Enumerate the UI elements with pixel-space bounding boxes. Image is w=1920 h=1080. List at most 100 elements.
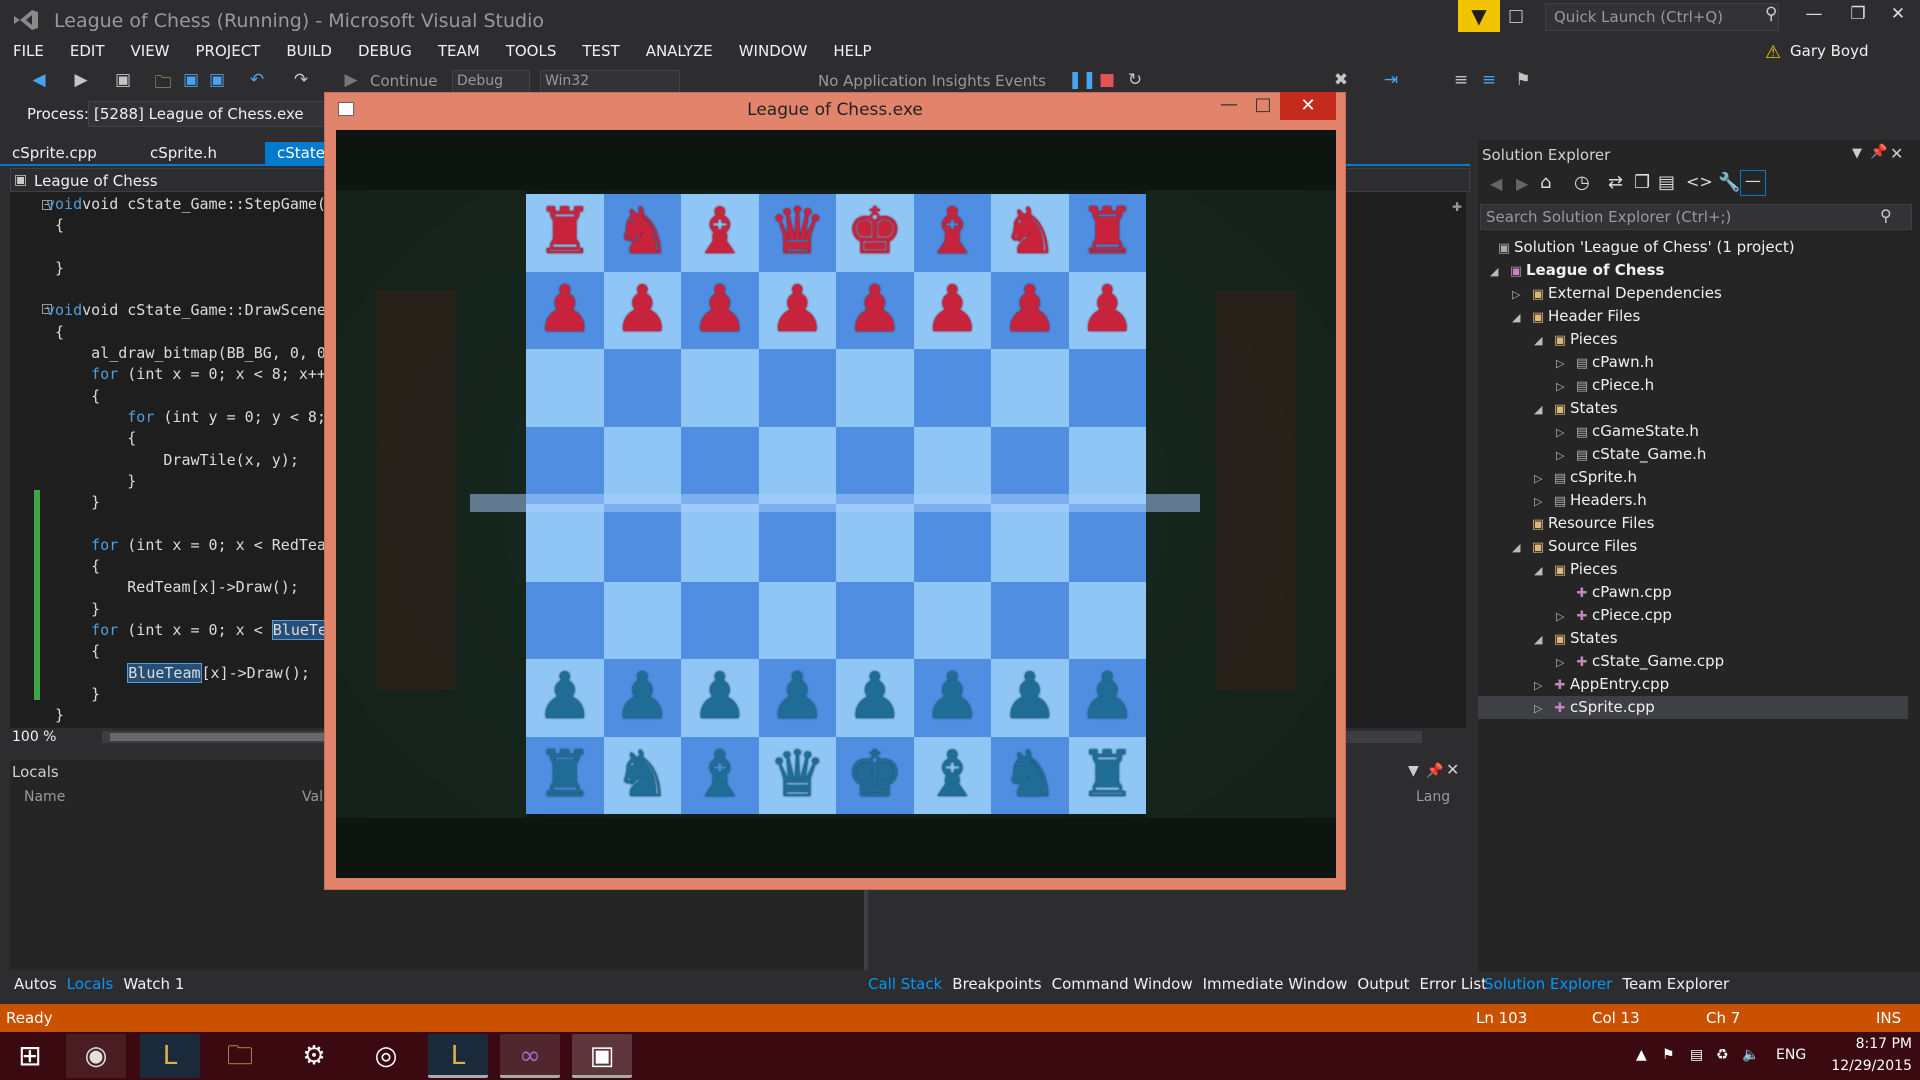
board-square[interactable] — [758, 504, 836, 582]
knight-piece-icon[interactable]: ♞ — [604, 737, 682, 815]
steam-icon[interactable]: ⚙ — [284, 1034, 344, 1078]
game-close-icon[interactable]: ✕ — [1280, 92, 1336, 120]
board-square[interactable] — [991, 581, 1069, 659]
restart-icon[interactable]: ↻ — [1124, 70, 1146, 92]
continue-icon[interactable]: ▶ — [340, 70, 362, 92]
board-square[interactable] — [681, 581, 759, 659]
locals-col-name[interactable]: Name — [24, 789, 65, 805]
game-minimize-icon[interactable]: — — [1214, 94, 1244, 122]
user-name[interactable]: Gary Boyd — [1790, 42, 1869, 60]
board-square[interactable] — [836, 581, 914, 659]
pause-icon[interactable]: ❚❚ — [1068, 70, 1097, 92]
pawn-piece-icon[interactable]: ♟ — [914, 272, 992, 350]
minimize-icon[interactable]: — — [1796, 4, 1832, 30]
menu-test[interactable]: TEST — [569, 40, 632, 64]
pawn-piece-icon[interactable]: ♟ — [1069, 272, 1147, 350]
chrome-icon[interactable]: ◉ — [66, 1034, 126, 1078]
menu-project[interactable]: PROJECT — [183, 40, 274, 64]
pawn-piece-icon[interactable]: ♟ — [759, 659, 837, 737]
knight-piece-icon[interactable]: ♞ — [991, 737, 1069, 815]
save-all-icon[interactable]: ▣ — [206, 70, 228, 92]
quick-launch-input[interactable]: Quick Launch (Ctrl+Q) — [1545, 3, 1779, 31]
sync-icon[interactable]: ⇄ — [1608, 172, 1623, 193]
bishop-piece-icon[interactable]: ♝ — [681, 194, 759, 272]
tree-item-cpiece-cpp[interactable]: ▷ ✚ cPiece.cpp — [1556, 604, 1672, 627]
board-square[interactable] — [681, 504, 759, 582]
tree-item-cpawn-h[interactable]: ▷ ▤ cPawn.h — [1556, 351, 1654, 374]
panel-close-icon[interactable]: ✕ — [1446, 760, 1459, 779]
panel-close-icon[interactable]: ✕ — [1890, 144, 1903, 163]
board-square[interactable] — [758, 581, 836, 659]
board-square[interactable] — [603, 426, 681, 504]
redo-icon[interactable]: ↷ — [290, 70, 312, 92]
board-square[interactable] — [991, 349, 1069, 427]
pawn-piece-icon[interactable]: ♟ — [681, 272, 759, 350]
tab-error-list[interactable]: Error List — [1420, 975, 1488, 993]
monitor-icon[interactable]: ▤ — [1690, 1047, 1703, 1063]
tab-breakpoints[interactable]: Breakpoints — [952, 975, 1041, 993]
paint-icon[interactable]: ◎ — [356, 1034, 416, 1078]
visual-studio-icon[interactable]: ∞ — [500, 1034, 560, 1078]
expand-icon[interactable]: ◢ — [1512, 306, 1528, 329]
tree-item-resource-files[interactable]: ▣ Resource Files — [1512, 512, 1655, 535]
tree-item-project[interactable]: ◢ ▣ League of Chess — [1490, 259, 1664, 282]
tab-locals[interactable]: Locals — [67, 975, 114, 993]
expand-icon[interactable]: ◢ — [1534, 398, 1550, 421]
new-project-icon[interactable]: ▣ — [112, 70, 134, 92]
stop-icon[interactable]: ■ — [1096, 70, 1118, 92]
rook-piece-icon[interactable]: ♜ — [1069, 194, 1147, 272]
uncomment-icon[interactable]: ≡ — [1478, 70, 1500, 92]
board-square[interactable] — [681, 426, 759, 504]
clock-time[interactable]: 8:17 PM — [1840, 1036, 1912, 1052]
back-icon[interactable]: ◀ — [28, 70, 50, 92]
pawn-piece-icon[interactable]: ♟ — [914, 659, 992, 737]
rook-piece-icon[interactable]: ♜ — [526, 737, 604, 815]
tree-item-source-states[interactable]: ◢ ▣ States — [1534, 627, 1618, 650]
menu-window[interactable]: WINDOW — [726, 40, 821, 64]
pawn-piece-icon[interactable]: ♟ — [526, 272, 604, 350]
save-icon[interactable]: ▣ — [180, 70, 202, 92]
platform-select[interactable]: Win32 — [540, 70, 680, 94]
close-icon[interactable]: ✕ — [1880, 4, 1916, 30]
tree-item-states[interactable]: ◢ ▣ States — [1534, 397, 1618, 420]
open-folder-icon[interactable]: 🗀 — [152, 70, 174, 93]
tree-item-cpawn-cpp[interactable]: ✚ cPawn.cpp — [1556, 581, 1672, 604]
sync-tray-icon[interactable]: ♻ — [1716, 1047, 1729, 1063]
properties-icon[interactable]: 🔧 — [1718, 172, 1740, 193]
pawn-piece-icon[interactable]: ♟ — [991, 272, 1069, 350]
language-indicator[interactable]: ENG — [1776, 1047, 1806, 1063]
expand-icon[interactable]: ▷ — [1556, 444, 1572, 467]
pin-icon[interactable]: 📌 — [1870, 144, 1887, 160]
expand-icon[interactable]: ◢ — [1512, 536, 1528, 559]
menu-debug[interactable]: DEBUG — [345, 40, 425, 64]
board-square[interactable] — [526, 349, 604, 427]
expand-icon[interactable]: ◢ — [1534, 329, 1550, 352]
history-icon[interactable]: ◷ — [1574, 172, 1590, 193]
menu-build[interactable]: BUILD — [273, 40, 345, 64]
pawn-piece-icon[interactable]: ♟ — [836, 659, 914, 737]
tab-output[interactable]: Output — [1357, 975, 1409, 993]
menu-analyze[interactable]: ANALYZE — [633, 40, 726, 64]
clock-date[interactable]: 12/29/2015 — [1830, 1058, 1912, 1074]
board-square[interactable] — [913, 504, 991, 582]
menu-edit[interactable]: EDIT — [57, 40, 118, 64]
tree-item-csprite-h[interactable]: ▷ ▤ cSprite.h — [1534, 466, 1637, 489]
rook-piece-icon[interactable]: ♜ — [526, 194, 604, 272]
file-explorer-icon[interactable]: 🗀 — [210, 1034, 270, 1078]
expand-icon[interactable]: ◢ — [1534, 559, 1550, 582]
board-square[interactable] — [603, 504, 681, 582]
board-square[interactable] — [1068, 349, 1146, 427]
board-square[interactable] — [836, 426, 914, 504]
tree-item-source-pieces[interactable]: ◢ ▣ Pieces — [1534, 558, 1617, 581]
format-icon[interactable]: ✖ — [1330, 70, 1352, 92]
expand-icon[interactable]: ▷ — [1556, 651, 1572, 674]
expand-icon[interactable]: ▷ — [1534, 467, 1550, 490]
game-maximize-icon[interactable]: □ — [1248, 94, 1278, 122]
continue-button[interactable]: Continue — [370, 72, 437, 94]
tab-team-explorer[interactable]: Team Explorer — [1622, 975, 1729, 993]
bishop-piece-icon[interactable]: ♝ — [681, 737, 759, 815]
board-square[interactable] — [526, 426, 604, 504]
board-square[interactable] — [991, 504, 1069, 582]
pawn-piece-icon[interactable]: ♟ — [759, 272, 837, 350]
view-code-icon[interactable]: <> — [1686, 172, 1713, 191]
